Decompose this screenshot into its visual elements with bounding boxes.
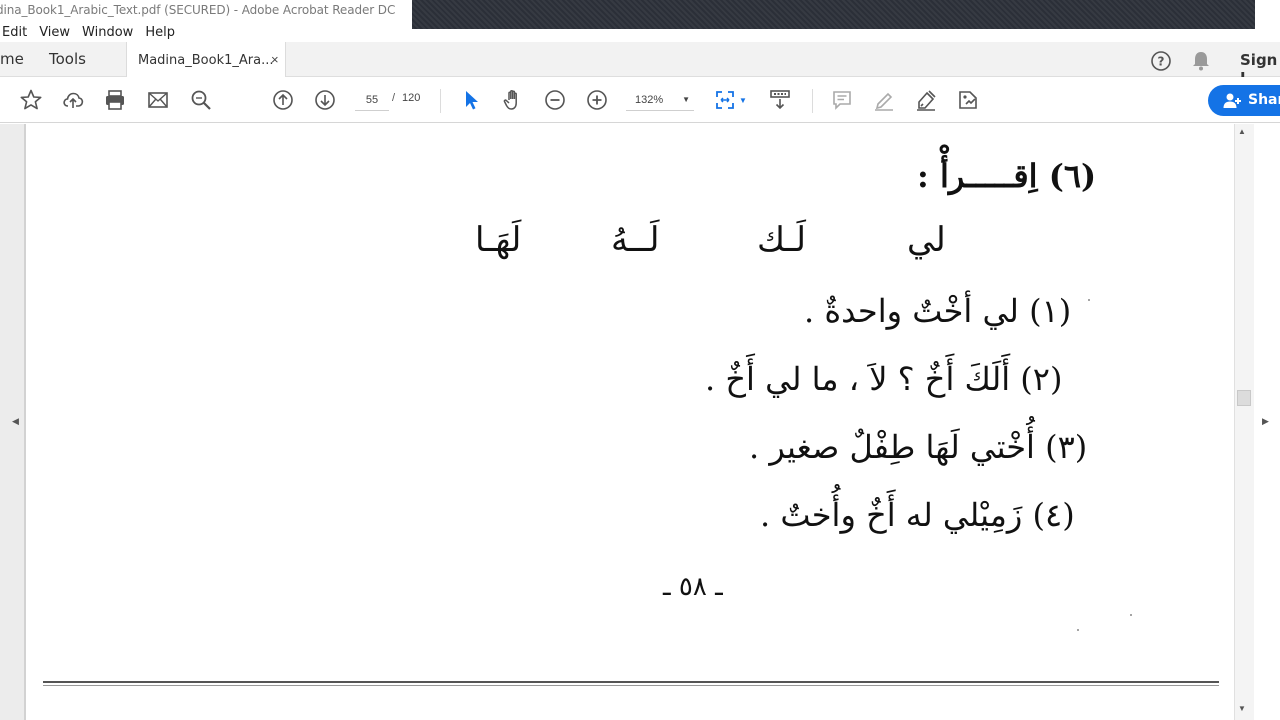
tab-home[interactable]: me (0, 50, 24, 68)
upload-cloud-icon[interactable] (60, 87, 86, 113)
zoom-level-select[interactable]: 132% ▼ (626, 89, 694, 111)
menu-edit[interactable]: Edit (2, 25, 27, 40)
close-icon[interactable]: × (271, 52, 279, 67)
scan-speck (1130, 614, 1132, 616)
menu-bar: Edit View Window Help (0, 22, 412, 42)
scroll-down-icon[interactable]: ▼ (1238, 704, 1246, 713)
scroll-mode-icon[interactable] (767, 87, 793, 113)
word-li: لي (907, 220, 946, 260)
word-laha: لَهَـا (475, 220, 522, 260)
document-viewer[interactable]: ◀ (٦) اِقـــــرأْ : لي لَـك لَــهُ لَهَـ… (0, 124, 1280, 720)
highlight-pen-icon[interactable] (871, 87, 897, 113)
page-bottom-rule (43, 681, 1219, 683)
scan-speck (1088, 299, 1090, 301)
expand-right-panel-icon[interactable]: ▶ (1262, 416, 1269, 427)
email-icon[interactable] (145, 87, 171, 113)
sentence-2: (٢) أَلَكَ أَخٌ ؟ لاَ ، ما لي أَخٌ . (705, 360, 1063, 398)
tab-document-label: Madina_Book1_Ara... (138, 53, 274, 68)
hand-tool-icon[interactable] (500, 87, 526, 113)
zoom-level-value: 132% (635, 94, 664, 106)
exercise-heading: (٦) اِقـــــرأْ : (917, 157, 1097, 195)
scan-speck (1077, 629, 1079, 631)
page-separator: / (392, 92, 396, 104)
zoom-out-icon[interactable] (542, 87, 568, 113)
scrollbar-thumb[interactable] (1237, 390, 1251, 406)
video-overlay-strip (412, 0, 1255, 29)
word-lahu: لَــهُ (611, 220, 660, 260)
tab-document[interactable]: Madina_Book1_Ara... × (126, 42, 286, 77)
zoom-in-icon[interactable] (584, 87, 610, 113)
chevron-down-icon: ▼ (682, 95, 690, 104)
share-button[interactable]: Shar (1208, 85, 1280, 116)
fit-page-icon[interactable] (712, 87, 738, 113)
page-number-input[interactable]: 55 (355, 89, 389, 111)
bell-icon[interactable] (1191, 50, 1211, 77)
menu-window[interactable]: Window (82, 25, 133, 40)
sentence-1: (١) لي أخْتٌ واحدةٌ . (804, 292, 1072, 330)
share-label: Shar (1248, 92, 1280, 108)
window-title: dina_Book1_Arabic_Text.pdf (SECURED) - A… (0, 3, 396, 17)
title-bar: dina_Book1_Arabic_Text.pdf (SECURED) - A… (0, 0, 1280, 29)
page-total: 120 (402, 92, 421, 104)
tab-tools[interactable]: Tools (49, 50, 86, 68)
search-icon[interactable] (188, 87, 214, 113)
stamp-tag-icon[interactable] (955, 87, 981, 113)
toolbar: 55 / 120 132% ▼ ▼ Shar (0, 77, 1280, 123)
word-laka: لَـك (757, 220, 806, 260)
toolbar-divider (812, 89, 813, 113)
vertical-scrollbar[interactable] (1234, 124, 1254, 720)
svg-text:?: ? (1158, 55, 1165, 69)
sentence-3: (٣) أُخْتي لَهَا طِفْلٌ صغير . (749, 428, 1088, 466)
sentence-4: (٤) زَمِيْلي له أَخٌ وأُختٌ . (760, 496, 1075, 534)
page-number-footer: ـ ٥٨ ـ (663, 572, 723, 602)
select-cursor-icon[interactable] (458, 87, 484, 113)
print-icon[interactable] (102, 87, 128, 113)
page-bottom-rule-thin (43, 685, 1219, 686)
add-user-icon (1222, 91, 1242, 123)
comment-icon[interactable] (829, 87, 855, 113)
scroll-up-icon[interactable]: ▲ (1238, 127, 1246, 136)
star-icon[interactable] (18, 87, 44, 113)
tab-bar: me Tools Madina_Book1_Ara... × ? Sign I (0, 42, 1280, 87)
previous-page-icon[interactable] (270, 87, 296, 113)
next-page-icon[interactable] (312, 87, 338, 113)
help-icon[interactable]: ? (1150, 50, 1172, 77)
toolbar-divider (440, 89, 441, 113)
menu-view[interactable]: View (39, 25, 70, 40)
pdf-page: (٦) اِقـــــرأْ : لي لَـك لَــهُ لَهَـا … (27, 124, 1234, 720)
sign-pen-icon[interactable] (913, 87, 939, 113)
fit-page-dropdown-icon[interactable]: ▼ (739, 96, 747, 105)
expand-left-panel-icon[interactable]: ◀ (12, 416, 19, 427)
menu-help[interactable]: Help (145, 25, 175, 40)
